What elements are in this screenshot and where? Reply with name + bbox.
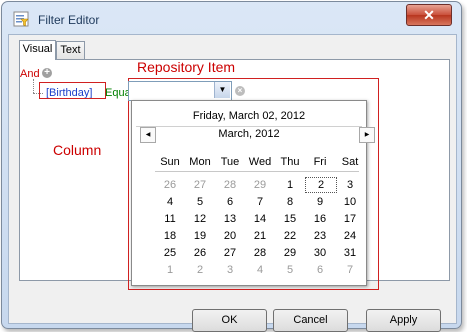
calendar-day[interactable]: 1 (275, 177, 305, 193)
ok-button[interactable]: OK (192, 309, 267, 332)
weekday-label: Tue (220, 156, 240, 168)
calendar-day[interactable]: 25 (155, 245, 185, 261)
calendar-day[interactable]: 6 (215, 194, 245, 210)
title-bar[interactable]: Filter Editor ✕ (2, 2, 461, 34)
weekday-label: Thu (280, 156, 300, 168)
calendar-day[interactable]: 24 (335, 228, 365, 244)
dropdown-arrow-icon[interactable]: ▼ (214, 82, 230, 98)
repository-item-annotation: Repository Item (137, 59, 236, 75)
calendar-day[interactable]: 26 (155, 177, 185, 193)
calendar-day[interactable]: 3 (215, 262, 245, 278)
weekday-label: Fri (313, 156, 327, 168)
calendar-day[interactable]: 22 (275, 228, 305, 244)
calendar-day[interactable]: 18 (155, 228, 185, 244)
calendar-day[interactable]: 9 (305, 194, 335, 210)
calendar-day[interactable]: 11 (155, 211, 185, 227)
calendar-day[interactable]: 4 (155, 194, 185, 210)
next-month-icon[interactable]: ▶ (359, 127, 375, 143)
calendar-day[interactable]: 16 (305, 211, 335, 227)
weekday-divider (155, 171, 359, 172)
weekday-label: Mon (189, 156, 211, 168)
calendar-day[interactable]: 17 (335, 211, 365, 227)
calendar-day[interactable]: 10 (335, 194, 365, 210)
calendar-day[interactable]: 29 (275, 245, 305, 261)
calendar-day[interactable]: 27 (185, 177, 215, 193)
calendar-day[interactable]: 8 (275, 194, 305, 210)
calendar-day[interactable]: 13 (215, 211, 245, 227)
cancel-button[interactable]: Cancel (273, 309, 348, 332)
tab-visual[interactable]: Visual (19, 40, 56, 60)
calendar-day[interactable]: 6 (305, 262, 335, 278)
calendar-day[interactable]: 2 (185, 262, 215, 278)
calendar-day[interactable]: 4 (245, 262, 275, 278)
column-annotation: Column (53, 142, 102, 158)
calendar-day[interactable]: 5 (185, 194, 215, 210)
today-date-label[interactable]: Friday, March 02, 2012 (132, 110, 366, 122)
calendar-day[interactable]: 15 (275, 211, 305, 227)
filter-editor-icon (13, 11, 29, 27)
calendar-day[interactable]: 19 (185, 228, 215, 244)
calendar-day[interactable]: 28 (245, 245, 275, 261)
calendar-day[interactable]: 27 (215, 245, 245, 261)
calendar-day[interactable]: 7 (335, 262, 365, 278)
calendar-day[interactable]: 28 (215, 177, 245, 193)
calendar-day[interactable]: 12 (185, 211, 215, 227)
window-title: Filter Editor (38, 13, 100, 27)
add-condition-icon[interactable]: + (42, 68, 52, 78)
tree-line (33, 79, 34, 93)
calendar-day[interactable]: 2 (305, 177, 337, 193)
calendar-day[interactable]: 26 (185, 245, 215, 261)
calendar-day[interactable]: 14 (245, 211, 275, 227)
calendar-day[interactable]: 23 (305, 228, 335, 244)
calendar-day[interactable]: 5 (275, 262, 305, 278)
apply-button[interactable]: Apply (366, 309, 441, 332)
calendar-day[interactable]: 20 (215, 228, 245, 244)
weekday-label: Sun (160, 156, 180, 168)
calendar-day[interactable]: 30 (305, 245, 335, 261)
close-icon: ✕ (423, 7, 435, 23)
calendar-divider (136, 126, 362, 127)
column-highlight-box (39, 82, 106, 99)
group-operator[interactable]: And (20, 68, 40, 80)
tab-text[interactable]: Text (56, 41, 85, 59)
calendar-popup: Friday, March 02, 2012 ◀ March, 2012 ▶ S… (131, 100, 375, 286)
calendar-day[interactable]: 31 (335, 245, 365, 261)
calendar-day[interactable]: 3 (335, 177, 365, 193)
weekday-label: Wed (248, 156, 272, 168)
close-button[interactable]: ✕ (406, 4, 452, 26)
clear-value-icon[interactable]: × (235, 86, 245, 96)
weekday-label: Sat (341, 156, 359, 168)
calendar-day[interactable]: 21 (245, 228, 275, 244)
month-year-label: March, 2012 (218, 128, 280, 140)
calendar-day[interactable]: 29 (245, 177, 275, 193)
calendar-day[interactable]: 1 (155, 262, 185, 278)
calendar-day[interactable]: 7 (245, 194, 275, 210)
